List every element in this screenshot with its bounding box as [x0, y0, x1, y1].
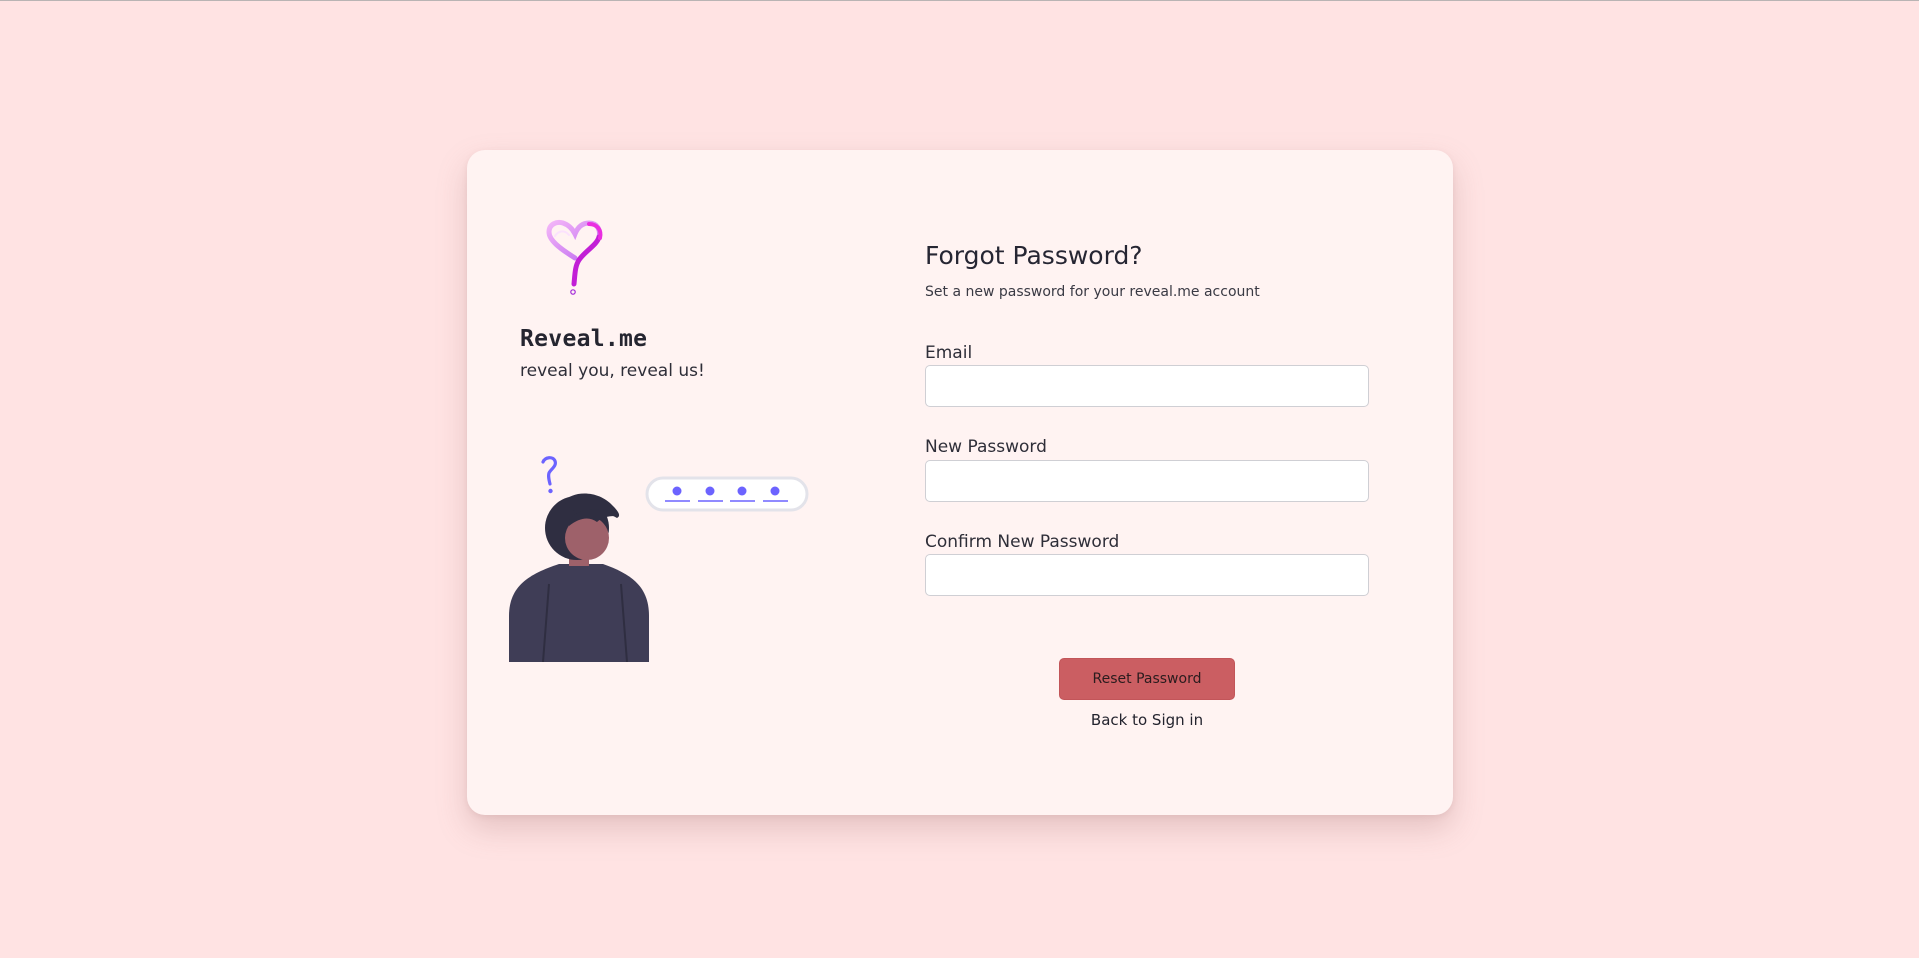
brand-name: Reveal.me	[520, 326, 648, 352]
confirm-password-label: Confirm New Password	[925, 532, 1120, 552]
form-title: Forgot Password?	[925, 241, 1143, 270]
email-label: Email	[925, 343, 973, 363]
reset-password-button[interactable]: Reset Password	[1059, 658, 1235, 700]
confused-person-password-icon	[509, 456, 809, 662]
brand-tagline: reveal you, reveal us!	[520, 361, 705, 381]
email-field[interactable]	[925, 365, 1369, 407]
heart-question-mark-icon	[546, 219, 603, 295]
back-to-sign-in-link[interactable]: Back to Sign in	[1059, 711, 1235, 729]
new-password-field[interactable]	[925, 460, 1369, 502]
confirm-password-field[interactable]	[925, 554, 1369, 596]
forgot-password-card: Reveal.me reveal you, reveal us! Forgot …	[467, 150, 1453, 815]
new-password-label: New Password	[925, 437, 1047, 457]
form-subtitle: Set a new password for your reveal.me ac…	[925, 284, 1260, 300]
